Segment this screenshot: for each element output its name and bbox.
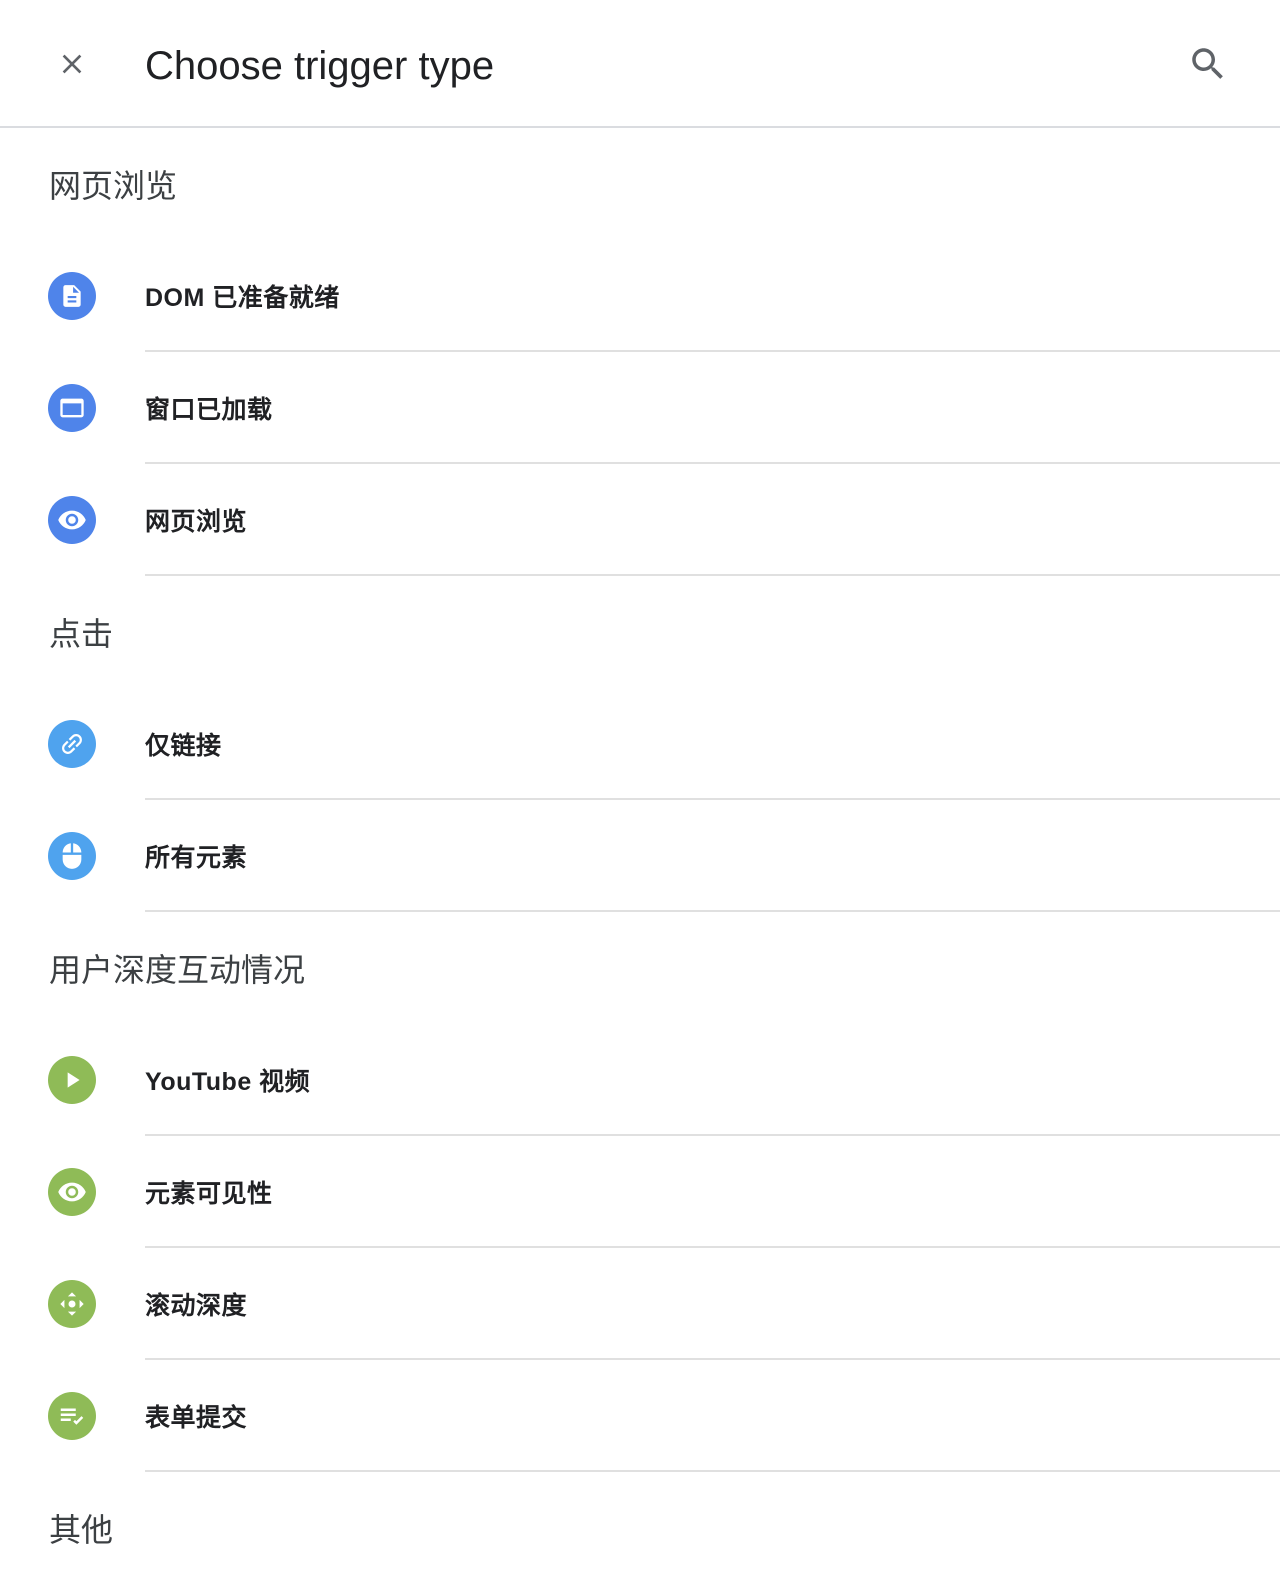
trigger-item-label: YouTube 视频 (145, 1068, 311, 1096)
eye-icon (58, 1182, 86, 1202)
trigger-item-scroll-depth[interactable]: 滚动深度 (0, 1248, 1280, 1360)
trigger-item-label: 表单提交 (145, 1404, 248, 1432)
dialog-title: Choose trigger type (145, 44, 495, 88)
document-icon (63, 285, 81, 307)
mouse-icon (62, 843, 82, 869)
trigger-icon-badge (48, 496, 96, 544)
trigger-icon-badge (48, 272, 96, 320)
divider (145, 1470, 1280, 1472)
play-icon (67, 1072, 80, 1088)
trigger-icon-badge (48, 1168, 96, 1216)
trigger-item-page-view[interactable]: 网页浏览 (0, 464, 1280, 576)
trigger-item-form-submission[interactable]: 表单提交 (0, 1360, 1280, 1472)
section-title-other: 其他 (49, 1512, 114, 1548)
form-submit-icon (60, 1408, 84, 1425)
eye-icon (58, 510, 86, 530)
link-icon (62, 734, 82, 754)
trigger-icon-badge (48, 832, 96, 880)
trigger-type-list: 网页浏览 DOM 已准备就绪 窗口已加载 网页浏览 点击 仅链接 所有元素 用户… (0, 128, 1280, 1584)
trigger-item-youtube-video[interactable]: YouTube 视频 (0, 1024, 1280, 1136)
search-icon (1192, 48, 1223, 79)
trigger-item-label: 滚动深度 (145, 1292, 248, 1320)
trigger-icon-badge (48, 720, 96, 768)
close-button[interactable] (44, 36, 100, 92)
trigger-item-label: 所有元素 (145, 844, 248, 872)
divider (145, 574, 1280, 576)
section-title-click: 点击 (49, 616, 114, 652)
trigger-item-dom-ready[interactable]: DOM 已准备就绪 (0, 240, 1280, 352)
search-button[interactable] (1180, 36, 1236, 92)
section-title-pageview: 网页浏览 (49, 168, 178, 204)
trigger-item-all-elements[interactable]: 所有元素 (0, 800, 1280, 912)
trigger-item-element-visibility[interactable]: 元素可见性 (0, 1136, 1280, 1248)
dialog-header: Choose trigger type (0, 0, 1280, 128)
divider (145, 910, 1280, 912)
trigger-item-label: 仅链接 (145, 732, 222, 760)
trigger-icon-badge (48, 1280, 96, 1328)
trigger-icon-badge (48, 1392, 96, 1440)
trigger-item-label: 网页浏览 (145, 508, 248, 536)
trigger-item-label: 窗口已加载 (145, 396, 273, 424)
window-icon (60, 398, 84, 418)
section-title-engagement: 用户深度互动情况 (49, 952, 306, 988)
trigger-icon-badge (48, 1056, 96, 1104)
trigger-icon-badge (48, 384, 96, 432)
trigger-item-label: DOM 已准备就绪 (145, 284, 340, 312)
close-icon (62, 54, 82, 74)
trigger-item-window-loaded[interactable]: 窗口已加载 (0, 352, 1280, 464)
trigger-item-just-links[interactable]: 仅链接 (0, 688, 1280, 800)
scroll-arrows-icon (60, 1292, 84, 1316)
trigger-item-label: 元素可见性 (145, 1180, 273, 1208)
